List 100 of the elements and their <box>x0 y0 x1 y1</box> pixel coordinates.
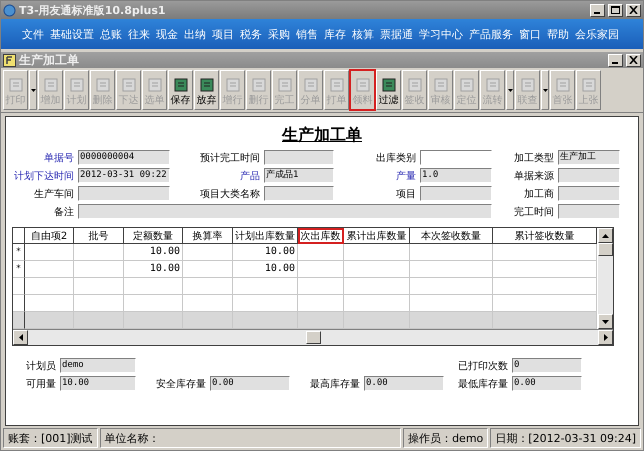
input-field[interactable] <box>420 150 492 165</box>
field-label: 预计完工时间 <box>199 152 260 164</box>
field-label: 计划下达时间 <box>13 170 74 182</box>
toolbar-icon <box>458 78 474 92</box>
scroll-right-button[interactable] <box>598 330 613 345</box>
column-header[interactable]: 自由项2 <box>25 228 74 244</box>
status-text: 日期：[2012-03-31 09:24] <box>490 428 641 448</box>
scroll-up-button[interactable] <box>598 228 613 243</box>
table-cell <box>344 261 410 278</box>
input-field[interactable]: 生产加工 <box>558 150 620 165</box>
table-cell <box>233 312 298 329</box>
input-field[interactable] <box>78 186 170 201</box>
table-cell <box>74 312 124 329</box>
table-cell <box>233 278 298 295</box>
menu-item[interactable]: 往来 <box>125 26 153 42</box>
table-cell <box>25 312 74 329</box>
column-header[interactable]: 本次签收数量 <box>410 228 493 244</box>
menu-item[interactable]: 总账 <box>97 26 125 42</box>
input-field[interactable] <box>264 186 334 201</box>
input-field[interactable] <box>558 186 620 201</box>
input-field[interactable]: 2012-03-31 09:22 <box>78 168 170 183</box>
toolbar-icon <box>68 78 84 92</box>
column-header[interactable]: 换算率 <box>183 228 233 244</box>
input-field[interactable]: 0.00 <box>512 376 582 391</box>
scroll-thumb[interactable] <box>306 331 320 344</box>
input-field[interactable]: 0000000004 <box>78 150 170 165</box>
column-header[interactable]: 计划出库数量 <box>233 228 298 244</box>
input-field[interactable]: 产成品1 <box>264 168 334 183</box>
minimize-button[interactable] <box>590 4 605 16</box>
horizontal-scrollbar[interactable] <box>13 329 613 345</box>
input-field[interactable] <box>78 204 492 219</box>
field-label: 出库类别 <box>375 152 416 164</box>
close-icon <box>629 6 638 14</box>
caret-icon <box>508 88 512 92</box>
left-arrow-icon <box>18 334 22 341</box>
close-button[interactable] <box>626 54 641 66</box>
column-header[interactable]: 批号 <box>74 228 124 244</box>
toolbar-icon <box>380 78 396 92</box>
toolbar-icon <box>94 78 110 92</box>
column-header[interactable]: 次出库数 <box>298 228 344 244</box>
menu-item[interactable]: 产品服务 <box>466 26 516 42</box>
app-icon <box>3 4 16 16</box>
menu-item[interactable]: 学习中心 <box>416 26 466 42</box>
scroll-left-button[interactable] <box>13 330 28 345</box>
down-arrow-icon <box>602 320 609 324</box>
maximize-button[interactable] <box>608 4 623 16</box>
input-field[interactable] <box>558 204 620 219</box>
menu-item[interactable]: 文件 <box>19 26 47 42</box>
input-field[interactable]: 10.00 <box>60 376 136 391</box>
input-field[interactable]: 0.00 <box>210 376 290 391</box>
input-field[interactable]: 0.00 <box>364 376 444 391</box>
menu-item[interactable]: 会乐家园 <box>572 26 622 42</box>
toolbar-button[interactable]: 保存 <box>168 70 193 110</box>
close-button[interactable] <box>626 4 641 16</box>
field-label: 产品 <box>239 170 260 182</box>
table-cell <box>74 278 124 295</box>
toolbar-icon <box>580 78 596 92</box>
scroll-down-button[interactable] <box>598 314 613 329</box>
right-arrow-icon <box>604 334 608 341</box>
minimize-button[interactable] <box>608 54 623 66</box>
input-field[interactable] <box>420 186 492 201</box>
column-header[interactable]: 累计签收数量 <box>493 228 597 244</box>
menu-item[interactable]: 现金 <box>153 26 181 42</box>
toolbar-button[interactable]: 放弃 <box>194 70 219 110</box>
toolbar-icon <box>8 78 24 92</box>
field-label: 计划员 <box>25 360 56 372</box>
input-field[interactable]: demo <box>60 358 136 373</box>
menu-item[interactable]: 项目 <box>209 26 237 42</box>
field-label: 完工时间 <box>513 206 554 218</box>
scroll-thumb[interactable] <box>598 243 613 256</box>
menu-item[interactable]: 核算 <box>349 26 377 42</box>
table-cell <box>298 261 344 278</box>
field-label: 可用量 <box>25 378 56 390</box>
field-label: 单据号 <box>43 152 74 164</box>
menu-item[interactable]: 窗口 <box>516 26 544 42</box>
menu-item[interactable]: 帮助 <box>544 26 572 42</box>
menu-item[interactable]: 库存 <box>321 26 349 42</box>
menu-item[interactable]: 票据通 <box>377 26 416 42</box>
form-title: 生产加工单 <box>282 125 362 146</box>
menu-item[interactable]: 基础设置 <box>47 26 97 42</box>
input-field[interactable] <box>264 150 334 165</box>
window-title: T3-用友通标准版10.8plus1 <box>19 2 167 18</box>
menu-item[interactable]: 税务 <box>237 26 265 42</box>
menu-item[interactable]: 出纳 <box>181 26 209 42</box>
menu-item[interactable]: 销售 <box>293 26 321 42</box>
toolbar-button[interactable]: 过滤 <box>376 70 401 110</box>
input-field[interactable]: 1.0 <box>420 168 492 183</box>
menu-item[interactable]: 采购 <box>265 26 293 42</box>
field-label: 安全库存量 <box>155 378 206 390</box>
input-field[interactable] <box>558 168 620 183</box>
toolbar-icon <box>354 78 370 92</box>
column-header[interactable]: 累计出库数量 <box>344 228 410 244</box>
up-arrow-icon <box>602 234 609 238</box>
input-field[interactable]: 0 <box>512 358 582 373</box>
toolbar-icon <box>224 78 240 92</box>
field-label: 备注 <box>53 206 74 218</box>
table-cell <box>298 278 344 295</box>
vertical-scrollbar[interactable] <box>598 228 613 329</box>
table-cell <box>344 278 410 295</box>
column-header[interactable]: 定额数量 <box>124 228 183 244</box>
